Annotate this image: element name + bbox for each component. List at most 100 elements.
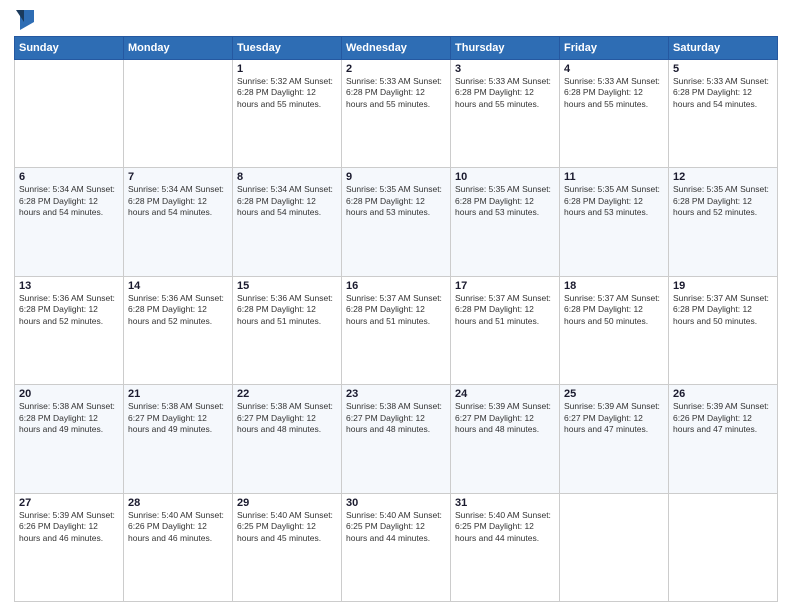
day-info: Sunrise: 5:40 AM Sunset: 6:25 PM Dayligh… — [455, 510, 555, 544]
day-info: Sunrise: 5:36 AM Sunset: 6:28 PM Dayligh… — [237, 293, 337, 327]
day-number: 11 — [564, 171, 664, 183]
calendar-header-row: SundayMondayTuesdayWednesdayThursdayFrid… — [15, 37, 778, 60]
day-number: 15 — [237, 280, 337, 292]
calendar-header-monday: Monday — [124, 37, 233, 60]
calendar-cell: 30Sunrise: 5:40 AM Sunset: 6:25 PM Dayli… — [342, 493, 451, 601]
day-number: 21 — [128, 388, 228, 400]
day-number: 19 — [673, 280, 773, 292]
day-info: Sunrise: 5:35 AM Sunset: 6:28 PM Dayligh… — [564, 184, 664, 218]
day-info: Sunrise: 5:38 AM Sunset: 6:27 PM Dayligh… — [346, 401, 446, 435]
calendar-cell: 15Sunrise: 5:36 AM Sunset: 6:28 PM Dayli… — [233, 276, 342, 384]
calendar-cell: 21Sunrise: 5:38 AM Sunset: 6:27 PM Dayli… — [124, 385, 233, 493]
calendar-cell: 3Sunrise: 5:33 AM Sunset: 6:28 PM Daylig… — [451, 60, 560, 168]
calendar-cell: 24Sunrise: 5:39 AM Sunset: 6:27 PM Dayli… — [451, 385, 560, 493]
day-info: Sunrise: 5:37 AM Sunset: 6:28 PM Dayligh… — [346, 293, 446, 327]
calendar-cell: 11Sunrise: 5:35 AM Sunset: 6:28 PM Dayli… — [560, 168, 669, 276]
calendar-cell: 6Sunrise: 5:34 AM Sunset: 6:28 PM Daylig… — [15, 168, 124, 276]
day-number: 30 — [346, 497, 446, 509]
calendar-cell: 23Sunrise: 5:38 AM Sunset: 6:27 PM Dayli… — [342, 385, 451, 493]
day-number: 31 — [455, 497, 555, 509]
day-number: 12 — [673, 171, 773, 183]
calendar-header-tuesday: Tuesday — [233, 37, 342, 60]
calendar-cell: 16Sunrise: 5:37 AM Sunset: 6:28 PM Dayli… — [342, 276, 451, 384]
day-info: Sunrise: 5:40 AM Sunset: 6:26 PM Dayligh… — [128, 510, 228, 544]
calendar-cell: 14Sunrise: 5:36 AM Sunset: 6:28 PM Dayli… — [124, 276, 233, 384]
day-info: Sunrise: 5:35 AM Sunset: 6:28 PM Dayligh… — [673, 184, 773, 218]
day-number: 23 — [346, 388, 446, 400]
calendar-cell: 9Sunrise: 5:35 AM Sunset: 6:28 PM Daylig… — [342, 168, 451, 276]
day-info: Sunrise: 5:33 AM Sunset: 6:28 PM Dayligh… — [346, 76, 446, 110]
calendar-header-wednesday: Wednesday — [342, 37, 451, 60]
calendar-cell: 2Sunrise: 5:33 AM Sunset: 6:28 PM Daylig… — [342, 60, 451, 168]
calendar-cell: 10Sunrise: 5:35 AM Sunset: 6:28 PM Dayli… — [451, 168, 560, 276]
calendar-cell — [669, 493, 778, 601]
day-number: 8 — [237, 171, 337, 183]
calendar-cell: 19Sunrise: 5:37 AM Sunset: 6:28 PM Dayli… — [669, 276, 778, 384]
day-info: Sunrise: 5:33 AM Sunset: 6:28 PM Dayligh… — [564, 76, 664, 110]
calendar-cell: 8Sunrise: 5:34 AM Sunset: 6:28 PM Daylig… — [233, 168, 342, 276]
day-number: 10 — [455, 171, 555, 183]
logo-icon — [16, 8, 34, 30]
day-number: 4 — [564, 63, 664, 75]
day-info: Sunrise: 5:38 AM Sunset: 6:27 PM Dayligh… — [128, 401, 228, 435]
day-number: 16 — [346, 280, 446, 292]
calendar-cell: 31Sunrise: 5:40 AM Sunset: 6:25 PM Dayli… — [451, 493, 560, 601]
day-info: Sunrise: 5:37 AM Sunset: 6:28 PM Dayligh… — [564, 293, 664, 327]
day-number: 25 — [564, 388, 664, 400]
page: SundayMondayTuesdayWednesdayThursdayFrid… — [0, 0, 792, 612]
calendar-cell: 7Sunrise: 5:34 AM Sunset: 6:28 PM Daylig… — [124, 168, 233, 276]
day-number: 17 — [455, 280, 555, 292]
calendar-week-3: 13Sunrise: 5:36 AM Sunset: 6:28 PM Dayli… — [15, 276, 778, 384]
day-info: Sunrise: 5:33 AM Sunset: 6:28 PM Dayligh… — [673, 76, 773, 110]
day-info: Sunrise: 5:38 AM Sunset: 6:27 PM Dayligh… — [237, 401, 337, 435]
calendar: SundayMondayTuesdayWednesdayThursdayFrid… — [14, 36, 778, 602]
day-number: 7 — [128, 171, 228, 183]
calendar-header-sunday: Sunday — [15, 37, 124, 60]
header — [14, 10, 778, 30]
calendar-header-friday: Friday — [560, 37, 669, 60]
calendar-cell — [15, 60, 124, 168]
calendar-week-2: 6Sunrise: 5:34 AM Sunset: 6:28 PM Daylig… — [15, 168, 778, 276]
day-number: 24 — [455, 388, 555, 400]
logo — [14, 10, 34, 30]
day-info: Sunrise: 5:39 AM Sunset: 6:27 PM Dayligh… — [564, 401, 664, 435]
calendar-cell — [560, 493, 669, 601]
calendar-header-thursday: Thursday — [451, 37, 560, 60]
calendar-cell: 4Sunrise: 5:33 AM Sunset: 6:28 PM Daylig… — [560, 60, 669, 168]
day-number: 14 — [128, 280, 228, 292]
calendar-week-4: 20Sunrise: 5:38 AM Sunset: 6:28 PM Dayli… — [15, 385, 778, 493]
calendar-week-1: 1Sunrise: 5:32 AM Sunset: 6:28 PM Daylig… — [15, 60, 778, 168]
day-number: 29 — [237, 497, 337, 509]
calendar-cell: 1Sunrise: 5:32 AM Sunset: 6:28 PM Daylig… — [233, 60, 342, 168]
day-info: Sunrise: 5:40 AM Sunset: 6:25 PM Dayligh… — [237, 510, 337, 544]
calendar-cell: 20Sunrise: 5:38 AM Sunset: 6:28 PM Dayli… — [15, 385, 124, 493]
day-number: 20 — [19, 388, 119, 400]
day-info: Sunrise: 5:35 AM Sunset: 6:28 PM Dayligh… — [346, 184, 446, 218]
day-info: Sunrise: 5:34 AM Sunset: 6:28 PM Dayligh… — [19, 184, 119, 218]
calendar-cell — [124, 60, 233, 168]
day-number: 6 — [19, 171, 119, 183]
calendar-cell: 27Sunrise: 5:39 AM Sunset: 6:26 PM Dayli… — [15, 493, 124, 601]
calendar-cell: 13Sunrise: 5:36 AM Sunset: 6:28 PM Dayli… — [15, 276, 124, 384]
day-info: Sunrise: 5:39 AM Sunset: 6:27 PM Dayligh… — [455, 401, 555, 435]
day-number: 18 — [564, 280, 664, 292]
day-info: Sunrise: 5:32 AM Sunset: 6:28 PM Dayligh… — [237, 76, 337, 110]
calendar-cell: 25Sunrise: 5:39 AM Sunset: 6:27 PM Dayli… — [560, 385, 669, 493]
calendar-header-saturday: Saturday — [669, 37, 778, 60]
day-number: 2 — [346, 63, 446, 75]
day-number: 1 — [237, 63, 337, 75]
day-info: Sunrise: 5:40 AM Sunset: 6:25 PM Dayligh… — [346, 510, 446, 544]
day-info: Sunrise: 5:35 AM Sunset: 6:28 PM Dayligh… — [455, 184, 555, 218]
day-info: Sunrise: 5:33 AM Sunset: 6:28 PM Dayligh… — [455, 76, 555, 110]
calendar-cell: 17Sunrise: 5:37 AM Sunset: 6:28 PM Dayli… — [451, 276, 560, 384]
day-info: Sunrise: 5:37 AM Sunset: 6:28 PM Dayligh… — [673, 293, 773, 327]
day-info: Sunrise: 5:38 AM Sunset: 6:28 PM Dayligh… — [19, 401, 119, 435]
day-number: 22 — [237, 388, 337, 400]
day-number: 28 — [128, 497, 228, 509]
day-number: 3 — [455, 63, 555, 75]
day-number: 27 — [19, 497, 119, 509]
day-info: Sunrise: 5:34 AM Sunset: 6:28 PM Dayligh… — [237, 184, 337, 218]
day-info: Sunrise: 5:39 AM Sunset: 6:26 PM Dayligh… — [19, 510, 119, 544]
calendar-week-5: 27Sunrise: 5:39 AM Sunset: 6:26 PM Dayli… — [15, 493, 778, 601]
day-info: Sunrise: 5:37 AM Sunset: 6:28 PM Dayligh… — [455, 293, 555, 327]
